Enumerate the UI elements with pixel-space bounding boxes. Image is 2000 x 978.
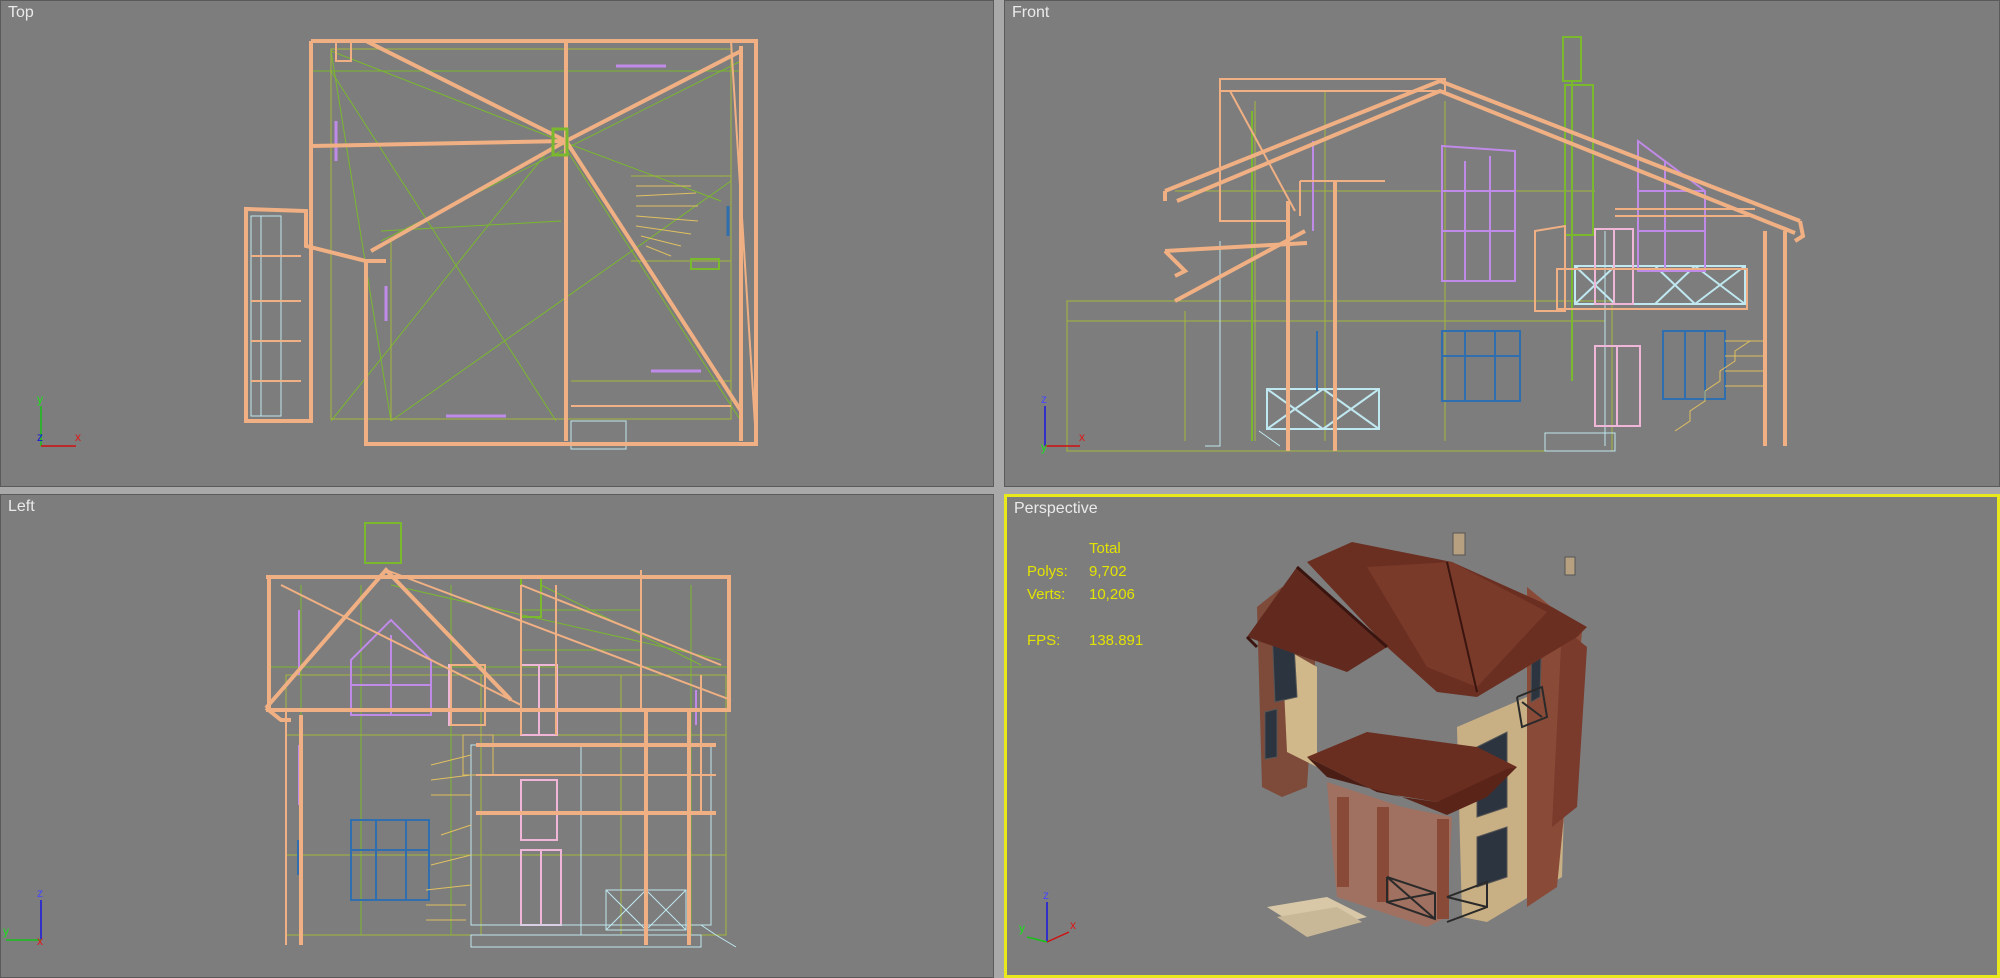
axis-gizmo-perspective: z y x bbox=[1019, 888, 1076, 943]
svg-text:x: x bbox=[1079, 430, 1085, 444]
svg-text:x: x bbox=[1070, 918, 1076, 932]
svg-text:y: y bbox=[1041, 440, 1047, 454]
svg-text:x: x bbox=[75, 430, 81, 444]
svg-text:z: z bbox=[1043, 888, 1049, 902]
viewport-front[interactable]: Front z y x bbox=[1004, 0, 2000, 487]
svg-text:z: z bbox=[37, 430, 43, 444]
svg-text:y: y bbox=[1019, 921, 1025, 935]
svg-text:z: z bbox=[37, 886, 43, 900]
svg-text:x: x bbox=[37, 934, 43, 948]
left-wireframe: z y x bbox=[3, 522, 737, 948]
svg-text:z: z bbox=[1041, 392, 1047, 406]
viewport-top[interactable]: Top y x z bbox=[0, 0, 994, 487]
svg-text:y: y bbox=[37, 392, 43, 406]
axis-gizmo-top: y x z bbox=[37, 392, 81, 447]
chimney bbox=[1452, 532, 1466, 556]
svg-text:y: y bbox=[3, 924, 9, 938]
house-render: z y x bbox=[1019, 532, 1587, 943]
chimney bbox=[1564, 556, 1576, 576]
axis-gizmo-front: z y x bbox=[1041, 392, 1085, 454]
top-wireframe: y x z bbox=[37, 39, 758, 450]
axis-gizmo-left: z y x bbox=[3, 886, 43, 948]
front-wireframe: z y x bbox=[1041, 36, 1806, 454]
viewport-left[interactable]: Left z y x bbox=[0, 494, 994, 978]
viewport-perspective[interactable]: Perspective Total Polys: 9,702 Verts: 10… bbox=[1004, 494, 2000, 978]
